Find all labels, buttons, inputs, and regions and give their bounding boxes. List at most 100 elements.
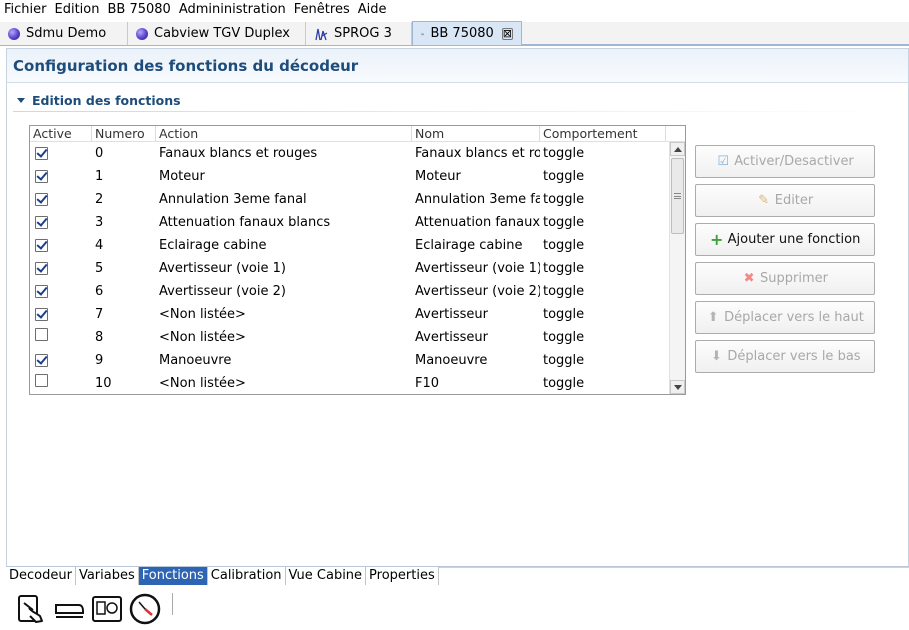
cell-comportement: toggle bbox=[543, 330, 585, 345]
cell-action: Attenuation fanaux blancs bbox=[159, 215, 331, 230]
active-checkbox[interactable] bbox=[35, 307, 48, 321]
scroll-down-icon[interactable] bbox=[670, 380, 685, 394]
cell-active bbox=[30, 257, 92, 280]
cell-action: <Non listée> bbox=[159, 376, 246, 391]
hand-tablet-icon[interactable] bbox=[14, 592, 48, 626]
table-row[interactable]: 4 Eclairage cabine Eclairage cabine toggle bbox=[30, 234, 670, 257]
menu-aide[interactable]: Aide bbox=[356, 0, 389, 20]
table-row[interactable]: 2 Annulation 3eme fanal Annulation 3eme fa… bbox=[30, 188, 670, 211]
menu-bar: Fichier Edition BB 75080 Admininistratio… bbox=[0, 0, 909, 20]
cell-nom: Fanaux blancs et rouges bbox=[415, 146, 540, 161]
scroll-up-icon[interactable] bbox=[670, 142, 685, 156]
sprog-icon bbox=[315, 28, 328, 40]
active-checkbox[interactable] bbox=[35, 353, 48, 367]
speedometer-icon[interactable] bbox=[128, 592, 162, 626]
cell-comportement: toggle bbox=[543, 215, 585, 230]
cell-numero: 7 bbox=[95, 307, 104, 322]
menu-administration[interactable]: Admininistration bbox=[177, 0, 288, 20]
bottom-toolbar bbox=[0, 588, 909, 630]
cell-active bbox=[30, 188, 92, 211]
page-tab-fonctions[interactable]: Fonctions bbox=[138, 567, 208, 585]
train-icon[interactable] bbox=[52, 592, 86, 626]
section-divider bbox=[13, 111, 893, 112]
tab-cabview-tgv-duplex[interactable]: Cabview TGV Duplex bbox=[128, 22, 306, 45]
active-checkbox[interactable] bbox=[35, 328, 48, 341]
delete-button[interactable]: ✖ Supprimer bbox=[695, 262, 875, 295]
table-row[interactable]: 10 <Non listée> F10 toggle bbox=[30, 372, 670, 395]
active-checkbox[interactable] bbox=[35, 284, 48, 298]
active-checkbox[interactable] bbox=[35, 261, 48, 275]
cell-comportement: toggle bbox=[543, 169, 585, 184]
column-header-comportement[interactable]: Comportement bbox=[540, 126, 666, 141]
active-checkbox[interactable] bbox=[35, 215, 48, 229]
page-tab-decodeur[interactable]: Decodeur bbox=[6, 567, 76, 585]
cell-nom: Avertisseur bbox=[415, 307, 489, 322]
menu-fenetres[interactable]: Fenêtres bbox=[292, 0, 352, 20]
tab-sprog-3[interactable]: SPROG 3 bbox=[306, 22, 412, 45]
form-header: Configuration des fonctions du décodeur bbox=[7, 49, 908, 83]
cell-comportement: toggle bbox=[543, 376, 585, 391]
menu-edition[interactable]: Edition bbox=[53, 0, 102, 20]
cell-action: Eclairage cabine bbox=[159, 238, 267, 253]
tab-sdmu-demo[interactable]: Sdmu Demo bbox=[0, 22, 128, 45]
page-tab-vue-cabine[interactable]: Vue Cabine bbox=[285, 567, 367, 585]
table-row[interactable]: 1 Moteur Moteur toggle bbox=[30, 165, 670, 188]
cell-action: Fanaux blancs et rouges bbox=[159, 146, 318, 161]
cell-action: Moteur bbox=[159, 169, 205, 184]
table-row[interactable]: 9 Manoeuvre Manoeuvre toggle bbox=[30, 349, 670, 372]
cell-numero: 10 bbox=[95, 376, 112, 391]
control-panel-icon[interactable] bbox=[90, 592, 124, 626]
delete-icon: ✖ bbox=[743, 271, 755, 286]
column-header-action[interactable]: Action bbox=[156, 126, 412, 141]
table-row[interactable]: 8 <Non listée> Avertisseur toggle bbox=[30, 326, 670, 349]
vertical-scrollbar[interactable] bbox=[669, 142, 685, 394]
cell-numero: 8 bbox=[95, 330, 104, 345]
table-row[interactable]: 0 Fanaux blancs et rouges Fanaux blancs et… bbox=[30, 142, 670, 165]
expand-arrow-icon[interactable] bbox=[17, 98, 25, 103]
checkbox-icon: ☑ bbox=[717, 154, 730, 169]
tab-label: Sdmu Demo bbox=[26, 26, 107, 41]
cell-numero: 3 bbox=[95, 215, 104, 230]
close-icon[interactable]: ⊠ bbox=[501, 27, 513, 40]
table-row[interactable]: 6 Avertisseur (voie 2) Avertisseur (voie 2… bbox=[30, 280, 670, 303]
cell-action: Manoeuvre bbox=[159, 353, 232, 368]
cell-numero: 6 bbox=[95, 284, 104, 299]
cell-active bbox=[30, 165, 92, 188]
page-tab-properties[interactable]: Properties bbox=[366, 567, 439, 585]
menu-fichier[interactable]: Fichier bbox=[2, 0, 49, 20]
move-down-button[interactable]: ⬇ Déplacer vers le bas bbox=[695, 340, 875, 373]
cell-numero: 2 bbox=[95, 192, 104, 207]
table-row[interactable]: 7 <Non listée> Avertisseur toggle bbox=[30, 303, 670, 326]
scroll-thumb[interactable] bbox=[671, 158, 684, 234]
section-header[interactable]: Edition des fonctions bbox=[17, 93, 181, 108]
page-tab-variabes[interactable]: Variabes bbox=[75, 567, 139, 585]
cell-comportement: toggle bbox=[543, 192, 585, 207]
active-checkbox[interactable] bbox=[35, 169, 48, 183]
cell-active bbox=[30, 326, 92, 349]
add-function-button[interactable]: + Ajouter une fonction bbox=[695, 223, 875, 256]
tab-label: BB 75080 bbox=[430, 26, 494, 41]
cell-comportement: toggle bbox=[543, 284, 585, 299]
table-row[interactable]: 3 Attenuation fanaux blancs Attenuation fa… bbox=[30, 211, 670, 234]
active-checkbox[interactable] bbox=[35, 374, 48, 387]
edit-button[interactable]: ✎ Editer bbox=[695, 184, 875, 217]
activate-deactivate-button[interactable]: ☑ Activer/Desactiver bbox=[695, 145, 875, 178]
tab-bb-75080[interactable]: BB 75080 ⊠ bbox=[412, 21, 522, 45]
page-tab-calibration[interactable]: Calibration bbox=[207, 567, 286, 585]
column-header-numero[interactable]: Numero bbox=[92, 126, 156, 141]
column-header-active[interactable]: Active bbox=[30, 126, 92, 141]
active-checkbox[interactable] bbox=[35, 238, 48, 252]
move-up-button[interactable]: ⬆ Déplacer vers le haut bbox=[695, 301, 875, 334]
table-row[interactable]: 5 Avertisseur (voie 1) Avertisseur (voie 1… bbox=[30, 257, 670, 280]
column-header-nom[interactable]: Nom bbox=[412, 126, 540, 141]
menu-bb75080[interactable]: BB 75080 bbox=[105, 0, 172, 20]
cell-comportement: toggle bbox=[543, 261, 585, 276]
cell-nom: Annulation 3eme fanal bbox=[415, 192, 540, 207]
pencil-icon: ✎ bbox=[758, 193, 770, 208]
tab-label: Cabview TGV Duplex bbox=[154, 26, 290, 41]
grip-icon bbox=[674, 193, 681, 199]
active-checkbox[interactable] bbox=[35, 146, 48, 160]
cell-active bbox=[30, 142, 92, 165]
active-checkbox[interactable] bbox=[35, 192, 48, 206]
cell-nom: Eclairage cabine bbox=[415, 238, 523, 253]
